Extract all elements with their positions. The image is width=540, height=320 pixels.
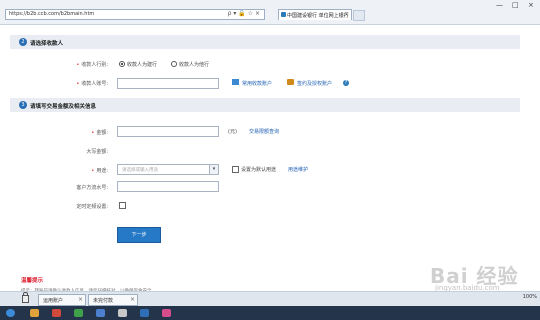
bottom-tab-label: 未完付款	[93, 298, 114, 304]
tab-title: 中国建设银行 单位网上银行	[287, 13, 349, 19]
taskbar-app-icon[interactable]	[52, 309, 61, 317]
usage-select[interactable]: 请选择或输入用途 ▾	[117, 164, 219, 175]
section-title: 请填写交易金额及相关信息	[30, 104, 97, 110]
bottom-tab-1[interactable]: 运用账户 ×	[38, 294, 86, 306]
radio-ccb-label: 收款人为建行	[127, 62, 158, 68]
schedule-label: 定时定频设置:	[76, 204, 108, 210]
lock-icon	[22, 292, 29, 303]
payee-account-label: • 收款人账号:	[76, 81, 108, 87]
default-usage-label: 设置为默认用途	[241, 167, 277, 173]
signed-accounts-link[interactable]: 签约及授权账户	[297, 80, 332, 87]
bottom-tab-2[interactable]: 未完付款 ×	[88, 294, 138, 306]
taskbar-app-icon[interactable]	[74, 309, 83, 317]
section-title: 请选择收款人	[30, 41, 64, 47]
limit-query-link[interactable]: 交易限额查询	[249, 128, 279, 135]
section-payee-header: 2 请选择收款人	[10, 35, 520, 49]
bottom-tab-strip: 运用账户 × 未完付款 × 100%	[0, 291, 540, 307]
close-window-icon[interactable]: ×	[528, 1, 534, 9]
radio-other-label: 收款人为他行	[179, 62, 210, 68]
taskbar-app-icon[interactable]	[96, 309, 105, 317]
new-tab-button[interactable]	[353, 10, 365, 21]
bottom-tab-label: 运用账户	[43, 298, 64, 304]
taskbar-app-icon[interactable]	[118, 309, 127, 317]
minimize-icon[interactable]: —	[496, 1, 503, 9]
ccb-favicon-icon	[281, 12, 286, 17]
amount-unit: (元)	[228, 129, 237, 135]
url-text: https://b2b.ccb.com/b2bmain.htm	[9, 11, 95, 17]
close-icon[interactable]: ×	[130, 296, 135, 303]
step-number-badge: 3	[19, 101, 27, 109]
address-book-icon	[232, 79, 239, 85]
close-icon[interactable]: ×	[78, 296, 83, 303]
taskbar	[0, 306, 540, 320]
amount-label: • 金额:	[91, 130, 108, 136]
usage-placeholder: 请选择或输入用途	[122, 168, 158, 173]
serial-number-input[interactable]	[117, 181, 219, 192]
browser-tab[interactable]: 中国建设银行 单位网上银行 ×	[278, 9, 352, 20]
serial-number-label: 客户方流水号:	[76, 185, 108, 191]
default-usage-checkbox[interactable]	[232, 166, 239, 173]
usage-label: • 用途:	[91, 168, 108, 174]
start-button-icon[interactable]	[6, 309, 15, 317]
maximize-icon[interactable]: □	[512, 1, 519, 9]
zoom-level[interactable]: 100%	[523, 294, 537, 300]
step-number-badge: 2	[19, 38, 27, 46]
tab-close-icon[interactable]: ×	[344, 11, 349, 18]
taskbar-app-icon[interactable]	[140, 309, 149, 317]
common-accounts-link[interactable]: 常用收款账户	[242, 80, 272, 87]
uppercase-amount-label: 大写金额:	[86, 149, 108, 155]
schedule-checkbox[interactable]	[119, 202, 126, 209]
section-amount-header: 3 请填写交易金额及相关信息	[10, 98, 520, 112]
payee-bank-label: • 收款人行别:	[76, 62, 108, 68]
address-tools-icon[interactable]: ρ ▾ 🔒 ☆ ×	[228, 10, 260, 17]
amount-input[interactable]	[117, 126, 219, 137]
next-button[interactable]: 下一步	[117, 227, 161, 243]
usage-maintenance-link[interactable]: 用途维护	[288, 166, 308, 173]
chevron-down-icon[interactable]: ▾	[209, 165, 218, 174]
signed-accounts-icon	[287, 79, 294, 85]
browser-chrome: https://b2b.ccb.com/b2bmain.htm ρ ▾ 🔒 ☆ …	[0, 0, 540, 25]
radio-other-bank[interactable]	[171, 61, 177, 67]
address-bar[interactable]: https://b2b.ccb.com/b2bmain.htm ρ ▾ 🔒 ☆ …	[5, 9, 265, 20]
help-icon[interactable]: ?	[343, 80, 349, 86]
radio-ccb[interactable]	[119, 61, 125, 67]
warm-tip-title: 温馨提示	[21, 278, 44, 284]
taskbar-app-icon[interactable]	[30, 309, 39, 317]
payee-account-input[interactable]	[117, 78, 219, 89]
taskbar-app-icon[interactable]	[162, 309, 171, 317]
